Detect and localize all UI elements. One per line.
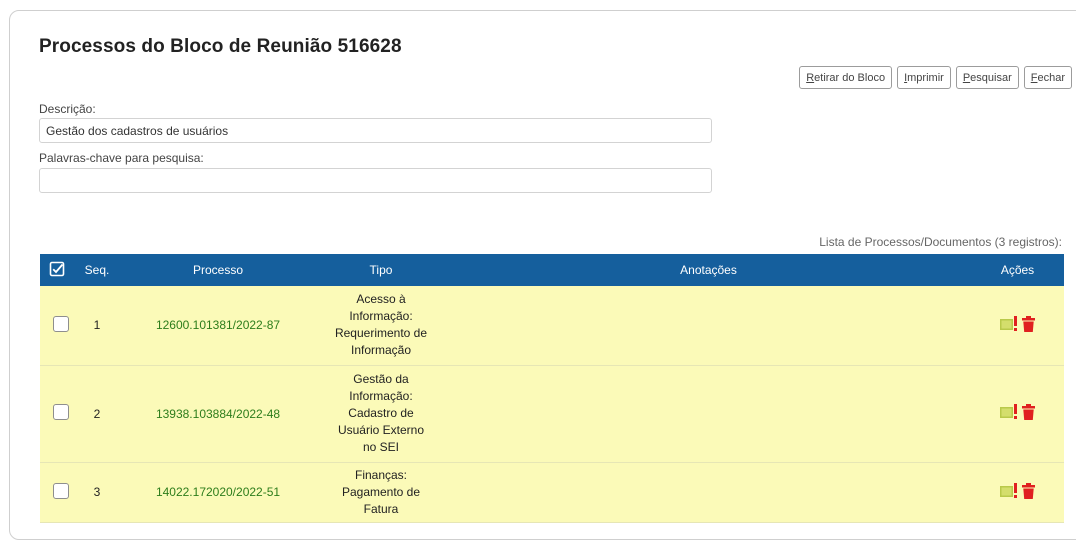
col-anotacoes: Anotações [446,254,971,286]
row-seq: 1 [74,286,120,366]
row-actions [1000,482,1035,499]
pesquisar-button[interactable]: Pesquisar [955,66,1019,89]
imprimir-label: mprimir [907,71,944,84]
row-tipo: Finanças: Pagamento de Fatura [341,467,421,516]
descricao-label: Descrição: [39,102,96,116]
retirar-label: etirar do Bloco [814,71,886,84]
fechar-label: echar [1037,71,1065,84]
trash-icon[interactable] [1022,315,1035,332]
trash-icon[interactable] [1022,482,1035,499]
row-actions [1000,315,1035,332]
row-checkbox[interactable] [53,315,69,332]
palavras-chave-label: Palavras-chave para pesquisa: [39,151,204,165]
col-processo: Processo [120,254,316,286]
row-checkbox[interactable] [53,404,69,420]
row-seq: 2 [74,365,120,463]
trash-icon[interactable] [1022,404,1035,420]
row-tipo: Acesso à Informação: Requerimento de Inform… [334,292,428,358]
col-tipo: Tipo [316,254,446,286]
select-all-header[interactable] [40,254,74,286]
processo-link[interactable]: 12600.101381/2022-87 [156,318,280,332]
annotation-note-icon[interactable] [1000,404,1018,420]
row-seq: 3 [74,462,120,523]
row-actions [1000,404,1035,420]
col-seq: Seq. [74,254,120,286]
row-tipo: Gestão da Informação: Cadastro de Usuário E… [337,372,425,454]
processo-link[interactable]: 14022.172020/2022-51 [156,485,280,499]
page-title: Processos do Bloco de Reunião 516628 [39,36,402,57]
pesquisar-accel: P [962,71,971,84]
row-anotacoes [446,365,971,463]
table-header-row: Seq. Processo Tipo Anotações Ações [40,254,1064,286]
fechar-accel: F [1030,71,1038,84]
retirar-accel: R [806,71,815,84]
row-anotacoes [446,462,971,523]
row-anotacoes [446,286,971,366]
annotation-note-icon[interactable] [1000,315,1018,332]
check-all-icon[interactable] [49,261,65,277]
toolbar: Retirar do Bloco Imprimir Pesquisar Fech… [799,66,1072,89]
descricao-field[interactable] [39,118,712,143]
imprimir-button[interactable]: Imprimir [897,66,951,89]
processos-table: Seq. Processo Tipo Anotações Ações 1 126… [40,254,1064,523]
pesquisar-label: esquisar [970,71,1012,84]
fechar-button[interactable]: Fechar [1023,66,1072,89]
palavras-chave-field[interactable] [39,168,712,193]
col-acoes: Ações [971,254,1064,286]
table-caption: Lista de Processos/Documentos (3 registr… [819,235,1062,249]
annotation-note-icon[interactable] [1000,482,1018,499]
table-row: 2 13938.103884/2022-48 Gestão da Informaç… [40,365,1064,463]
table-row: 3 14022.172020/2022-51 Finanças: Pagament… [40,462,1064,523]
table-row: 1 12600.101381/2022-87 Acesso à Informaçã… [40,286,1064,366]
processo-link[interactable]: 13938.103884/2022-48 [156,407,280,421]
retirar-do-bloco-button[interactable]: Retirar do Bloco [799,66,893,89]
row-checkbox[interactable] [53,482,69,499]
